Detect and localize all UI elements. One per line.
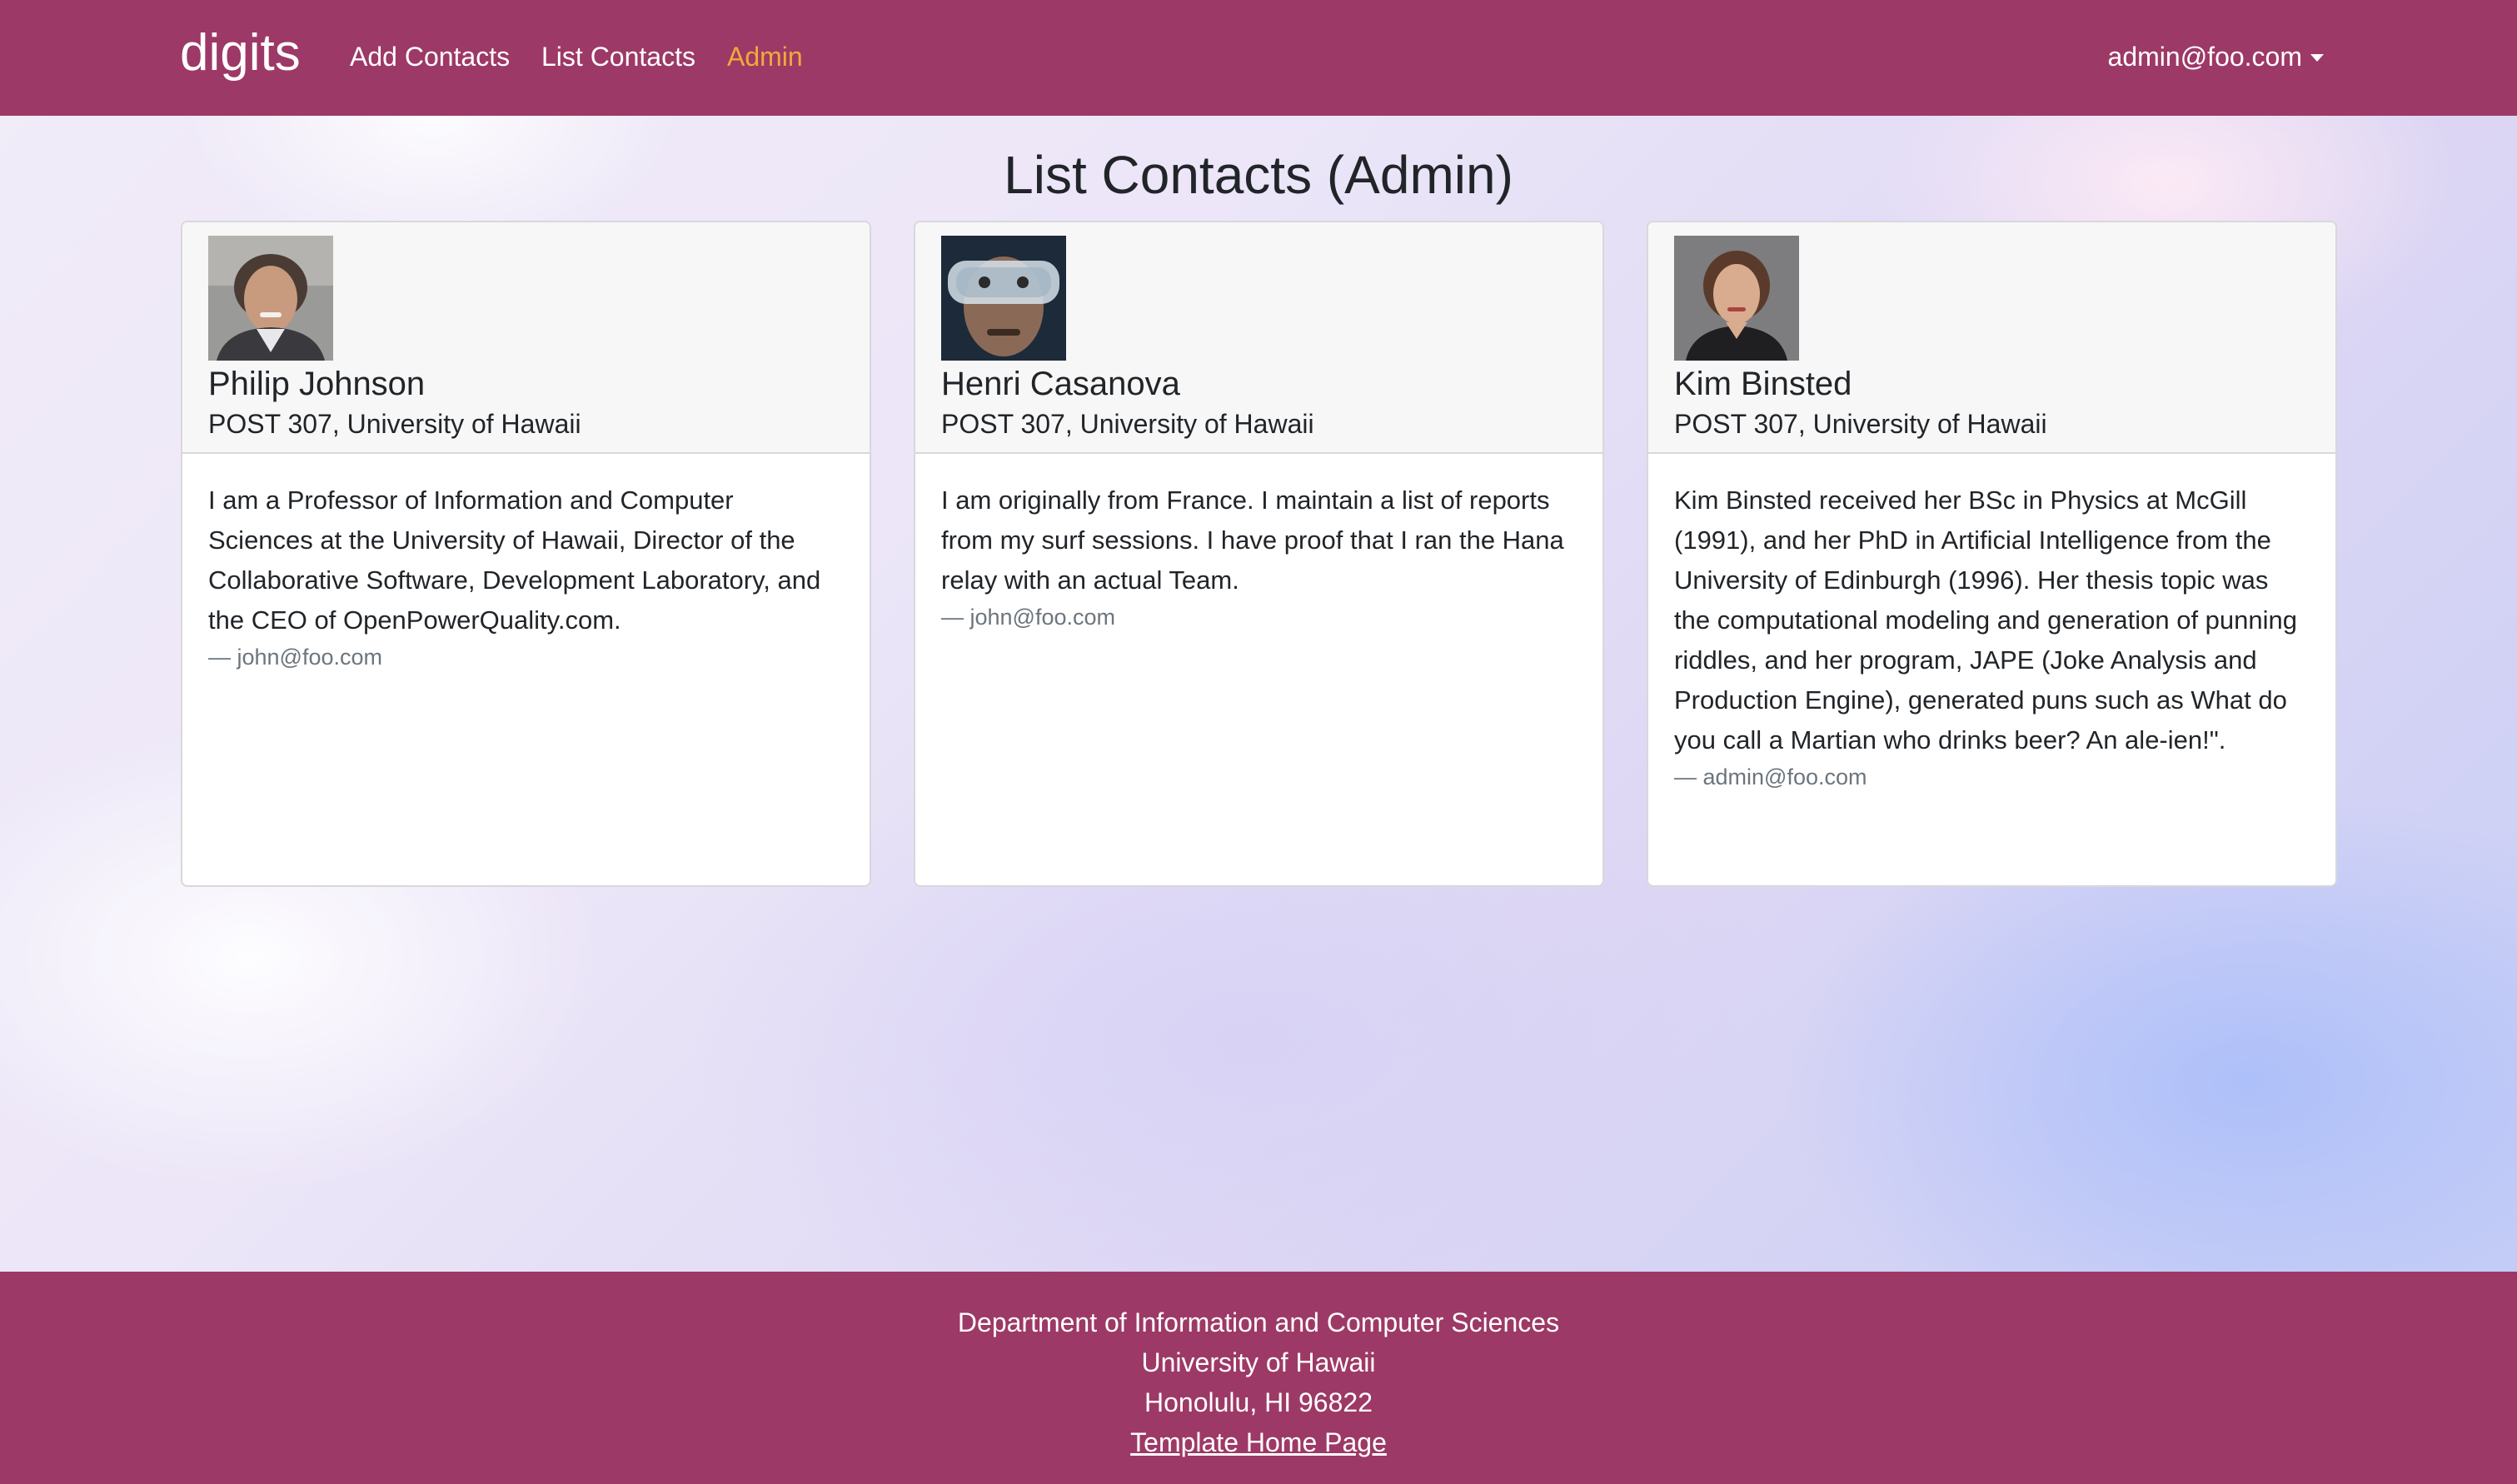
contact-owner: — admin@foo.com <box>1674 764 1867 789</box>
card-body: Kim Binsted received her BSc in Physics … <box>1674 481 2310 794</box>
contact-name: Kim Binsted <box>1674 366 1852 402</box>
brand-logo[interactable]: digits <box>180 20 301 87</box>
card-body: I am originally from France. I maintain … <box>941 481 1577 634</box>
contact-card: Henri Casanova POST 307, University of H… <box>914 221 1604 887</box>
user-email: admin@foo.com <box>2107 42 2302 72</box>
contact-owner: — john@foo.com <box>208 645 382 670</box>
contact-card: Kim Binsted POST 307, University of Hawa… <box>1647 221 2337 887</box>
contact-name: Philip Johnson <box>208 366 426 402</box>
contact-address: POST 307, University of Hawaii <box>208 409 581 439</box>
contact-avatar <box>941 236 1066 361</box>
caret-down-icon <box>2310 53 2324 62</box>
template-home-link[interactable]: Template Home Page <box>1130 1422 1387 1462</box>
nav-add-contacts[interactable]: Add Contacts <box>350 38 510 75</box>
contact-card: Philip Johnson POST 307, University of H… <box>181 221 871 887</box>
contact-owner: — john@foo.com <box>941 605 1115 630</box>
footer-department: Department of Information and Computer S… <box>957 1307 1560 1337</box>
nav-admin[interactable]: Admin <box>727 38 803 75</box>
user-dropdown[interactable]: admin@foo.com <box>2108 38 2324 75</box>
footer: Department of Information and Computer S… <box>0 1272 2517 1484</box>
contact-avatar <box>1674 236 1799 361</box>
contact-description: I am originally from France. I maintain … <box>941 486 1564 595</box>
navbar: digits Add Contacts List Contacts Admin … <box>0 0 2517 116</box>
contact-description: I am a Professor of Information and Comp… <box>208 486 821 635</box>
footer-university: University of Hawaii <box>1141 1347 1376 1377</box>
contact-description: Kim Binsted received her BSc in Physics … <box>1674 486 2297 754</box>
contact-address: POST 307, University of Hawaii <box>941 409 1314 439</box>
nav-list-contacts[interactable]: List Contacts <box>541 38 695 75</box>
card-header: Kim Binsted POST 307, University of Hawa… <box>1648 222 2335 454</box>
card-header: Henri Casanova POST 307, University of H… <box>915 222 1602 454</box>
card-body: I am a Professor of Information and Comp… <box>208 481 845 674</box>
card-header: Philip Johnson POST 307, University of H… <box>182 222 870 454</box>
page-title: List Contacts (Admin) <box>1004 145 1513 205</box>
contact-address: POST 307, University of Hawaii <box>1674 409 2047 439</box>
contact-avatar <box>208 236 333 361</box>
contact-name: Henri Casanova <box>941 366 1180 402</box>
footer-address: Honolulu, HI 96822 <box>1144 1387 1373 1417</box>
